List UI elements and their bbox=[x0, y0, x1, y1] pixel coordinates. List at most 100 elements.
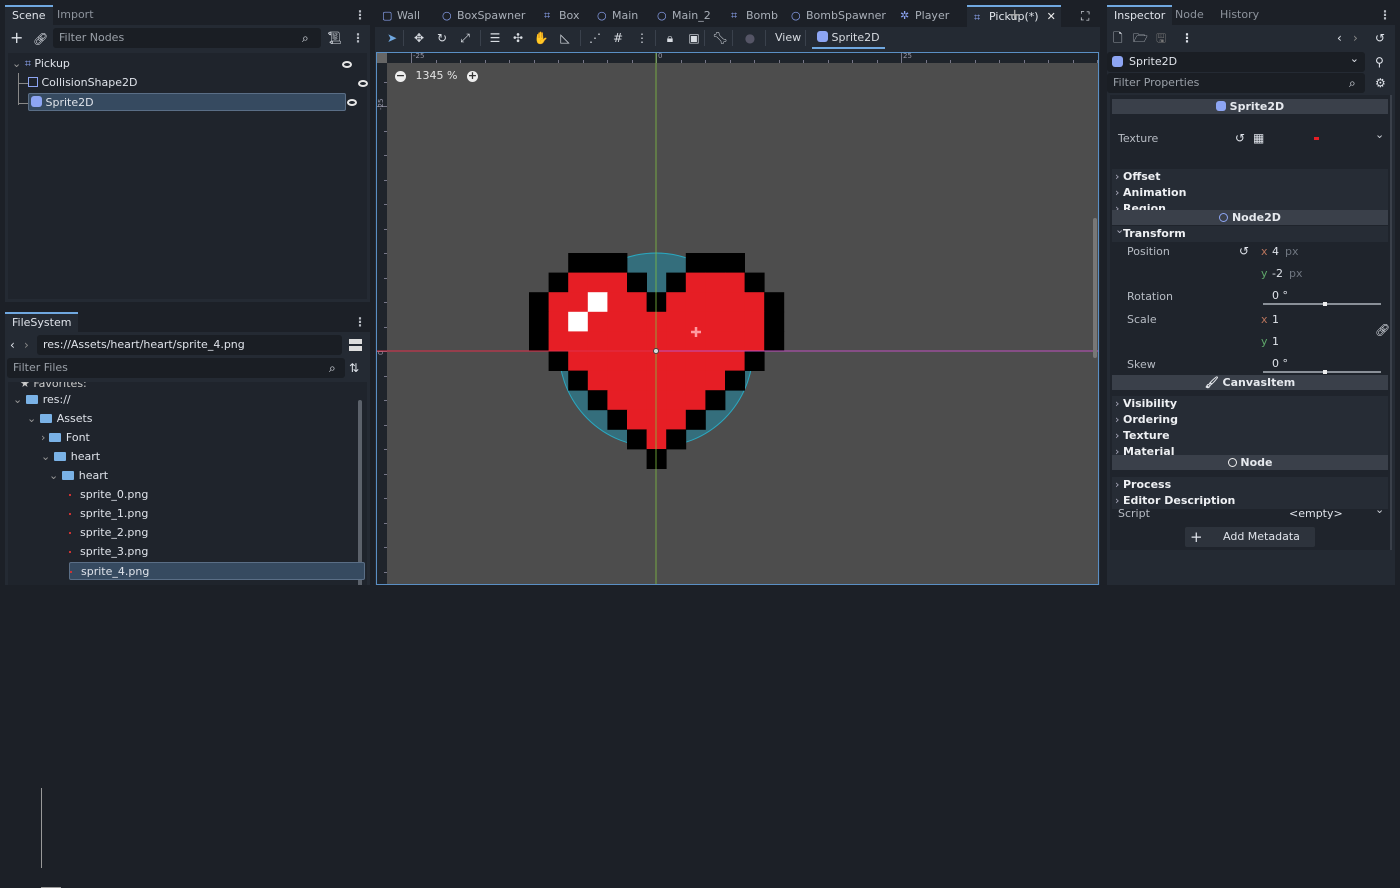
filter-nodes-input[interactable]: Filter Nodes bbox=[53, 28, 321, 48]
scale-x-field[interactable]: x1 bbox=[1257, 310, 1387, 330]
link-icon[interactable]: 🔗︎ bbox=[1375, 323, 1390, 337]
zoom-level[interactable]: 1345 % bbox=[416, 69, 458, 82]
file-tree-item[interactable]: ⌄ res:// bbox=[13, 391, 71, 409]
file-tree-item[interactable]: sprite_0.png bbox=[69, 486, 148, 504]
link-icon[interactable]: 🔗︎ bbox=[33, 32, 48, 46]
file-tree-item[interactable]: sprite_2.png bbox=[69, 524, 148, 542]
recent-history-icon[interactable]: ↺ bbox=[1375, 31, 1385, 45]
inspector-scrollbar[interactable] bbox=[1390, 95, 1392, 550]
path-input[interactable]: res://Assets/heart/heart/sprite_4.png bbox=[37, 335, 342, 355]
texture-menu-icon[interactable]: ▦ bbox=[1253, 131, 1264, 145]
scale-y-field[interactable]: y1 bbox=[1257, 332, 1387, 352]
zoom-in-icon[interactable]: + bbox=[466, 70, 478, 82]
bone-icon[interactable]: 🦴︎ bbox=[712, 30, 728, 46]
close-tab-icon[interactable]: ✕ bbox=[1047, 10, 1056, 23]
lock-icon[interactable]: 🔒︎ bbox=[662, 30, 678, 46]
file-tree-scrollbar[interactable] bbox=[358, 400, 362, 585]
history-back-icon[interactable]: ‹ bbox=[1337, 31, 1342, 45]
filter-files-input[interactable]: Filter Files bbox=[7, 358, 345, 378]
save-icon[interactable]: 🖫 bbox=[1156, 31, 1166, 45]
snap-options-icon[interactable]: ⋮ bbox=[634, 30, 650, 46]
group-editor-description[interactable]: Editor Description bbox=[1112, 493, 1388, 509]
pan-tool-icon[interactable]: ✋ bbox=[533, 30, 549, 46]
scene-tab-box[interactable]: ⌗ Box bbox=[537, 5, 584, 27]
group-icon[interactable]: ▣ bbox=[686, 30, 702, 46]
file-tree-item[interactable]: sprite_3.png bbox=[69, 543, 148, 561]
group-animation[interactable]: Animation bbox=[1112, 185, 1388, 201]
file-tree-item[interactable]: sprite_1.png bbox=[69, 505, 148, 523]
visibility-eye-icon[interactable] bbox=[358, 80, 368, 87]
section-node2d[interactable]: Node2D bbox=[1112, 210, 1388, 225]
tab-scene[interactable]: Scene bbox=[5, 5, 53, 25]
skew-slider[interactable]: 0 ° bbox=[1257, 356, 1387, 376]
skeleton-icon[interactable]: ● bbox=[742, 30, 758, 46]
scene-tab-bomb[interactable]: ⌗ Bomb bbox=[724, 5, 783, 27]
scene-tab-boxspawner[interactable]: ○ BoxSpawner bbox=[435, 5, 530, 27]
history-forward-icon[interactable]: › bbox=[1353, 31, 1358, 45]
viewport-scrollbar[interactable] bbox=[1093, 218, 1097, 358]
tab-node[interactable]: Node bbox=[1168, 5, 1211, 25]
grid-snap-icon[interactable]: # bbox=[610, 30, 626, 46]
scene-tab-player[interactable]: ✲ Player bbox=[893, 5, 954, 27]
file-tree-item[interactable]: › Font bbox=[41, 429, 90, 447]
forward-icon[interactable]: › bbox=[24, 338, 29, 352]
rotation-slider-track[interactable] bbox=[1263, 302, 1381, 306]
scene-tab-wall[interactable]: ▢ Wall bbox=[375, 5, 425, 27]
scene-menu-icon[interactable]: ⋮ bbox=[352, 31, 364, 45]
viewport[interactable]: -25 0 25 -25 0 − 1345 % + bbox=[376, 52, 1099, 585]
file-tree-item[interactable]: ⌄ heart bbox=[41, 448, 100, 466]
attach-script-icon[interactable]: 📜︎ bbox=[327, 31, 342, 45]
tab-import[interactable]: Import bbox=[50, 5, 101, 25]
smart-snap-icon[interactable]: ⋰ bbox=[587, 30, 603, 46]
move-tool-icon[interactable]: ✥ bbox=[411, 30, 427, 46]
revert-icon[interactable]: ↺ bbox=[1235, 131, 1245, 145]
file-tree-item[interactable]: ⌄ heart bbox=[49, 467, 108, 485]
select-tool-icon[interactable]: ➤ bbox=[384, 30, 400, 46]
new-resource-icon[interactable]: 🗋 bbox=[1113, 31, 1123, 45]
tree-item-pickup[interactable]: ⌄ ⌗ Pickup bbox=[12, 55, 362, 73]
group-ordering[interactable]: Ordering bbox=[1112, 412, 1388, 428]
more-icon[interactable]: ⋮ bbox=[1181, 31, 1193, 45]
position-x-field[interactable]: x 4 px bbox=[1257, 242, 1387, 262]
position-y-field[interactable]: y -2 px bbox=[1257, 264, 1387, 284]
group-visibility[interactable]: Visibility bbox=[1112, 396, 1388, 412]
tab-inspector[interactable]: Inspector bbox=[1107, 5, 1173, 25]
zoom-out-icon[interactable]: − bbox=[395, 70, 406, 82]
menu-icon[interactable]: ⋮ bbox=[354, 315, 366, 329]
tab-filesystem[interactable]: FileSystem bbox=[5, 312, 79, 332]
object-selector[interactable]: Sprite2D ⌄ bbox=[1107, 52, 1365, 72]
scene-tab-main[interactable]: ○ Main bbox=[590, 5, 643, 27]
scene-tab-main2[interactable]: ○ Main_2 bbox=[650, 5, 716, 27]
tree-item-collisionshape2d[interactable]: CollisionShape2D bbox=[28, 74, 368, 92]
distraction-free-icon[interactable]: ⛶ bbox=[1081, 9, 1089, 23]
menu-icon[interactable]: ⋮ bbox=[1379, 8, 1391, 22]
sprite2d-menu[interactable]: Sprite2D bbox=[812, 28, 885, 49]
add-metadata-button[interactable]: + Add Metadata bbox=[1185, 527, 1315, 547]
pivot-tool-icon[interactable]: ✣ bbox=[510, 30, 526, 46]
back-icon[interactable]: ‹ bbox=[10, 338, 15, 352]
new-tab-icon[interactable]: + bbox=[1008, 7, 1021, 23]
chevron-down-icon[interactable]: ⌄ bbox=[1375, 128, 1384, 141]
revert-icon[interactable]: ↺ bbox=[1239, 244, 1249, 258]
scene-tab-bombspawner[interactable]: ○ BombSpawner bbox=[784, 5, 891, 27]
group-transform[interactable]: Transform bbox=[1112, 222, 1388, 242]
ruler-tool-icon[interactable]: ◺ bbox=[557, 30, 573, 46]
section-node[interactable]: Node bbox=[1112, 455, 1388, 470]
list-select-icon[interactable]: ☰ bbox=[487, 30, 503, 46]
sort-icon[interactable]: ⇅ bbox=[349, 361, 359, 375]
scale-tool-icon[interactable]: ⤢ bbox=[457, 30, 473, 46]
tab-history[interactable]: History bbox=[1213, 5, 1266, 25]
filter-properties-input[interactable]: Filter Properties bbox=[1107, 73, 1365, 93]
split-view-icon[interactable] bbox=[349, 339, 362, 351]
property-settings-icon[interactable]: ⚙ bbox=[1375, 76, 1386, 90]
open-folder-icon[interactable]: 🗁 bbox=[1133, 31, 1148, 45]
file-tree-item[interactable]: sprite_4.png bbox=[69, 562, 365, 580]
skew-slider-track[interactable] bbox=[1263, 370, 1381, 374]
file-tree-item[interactable]: ⌄ Assets bbox=[27, 410, 93, 428]
group-offset[interactable]: Offset bbox=[1112, 169, 1388, 185]
rotation-slider[interactable]: 0 ° bbox=[1257, 288, 1387, 308]
add-node-icon[interactable]: + bbox=[10, 30, 23, 46]
section-sprite2d[interactable]: Sprite2D bbox=[1112, 99, 1388, 114]
menu-icon[interactable]: ⋮ bbox=[354, 8, 366, 22]
visibility-eye-icon[interactable] bbox=[347, 99, 357, 106]
